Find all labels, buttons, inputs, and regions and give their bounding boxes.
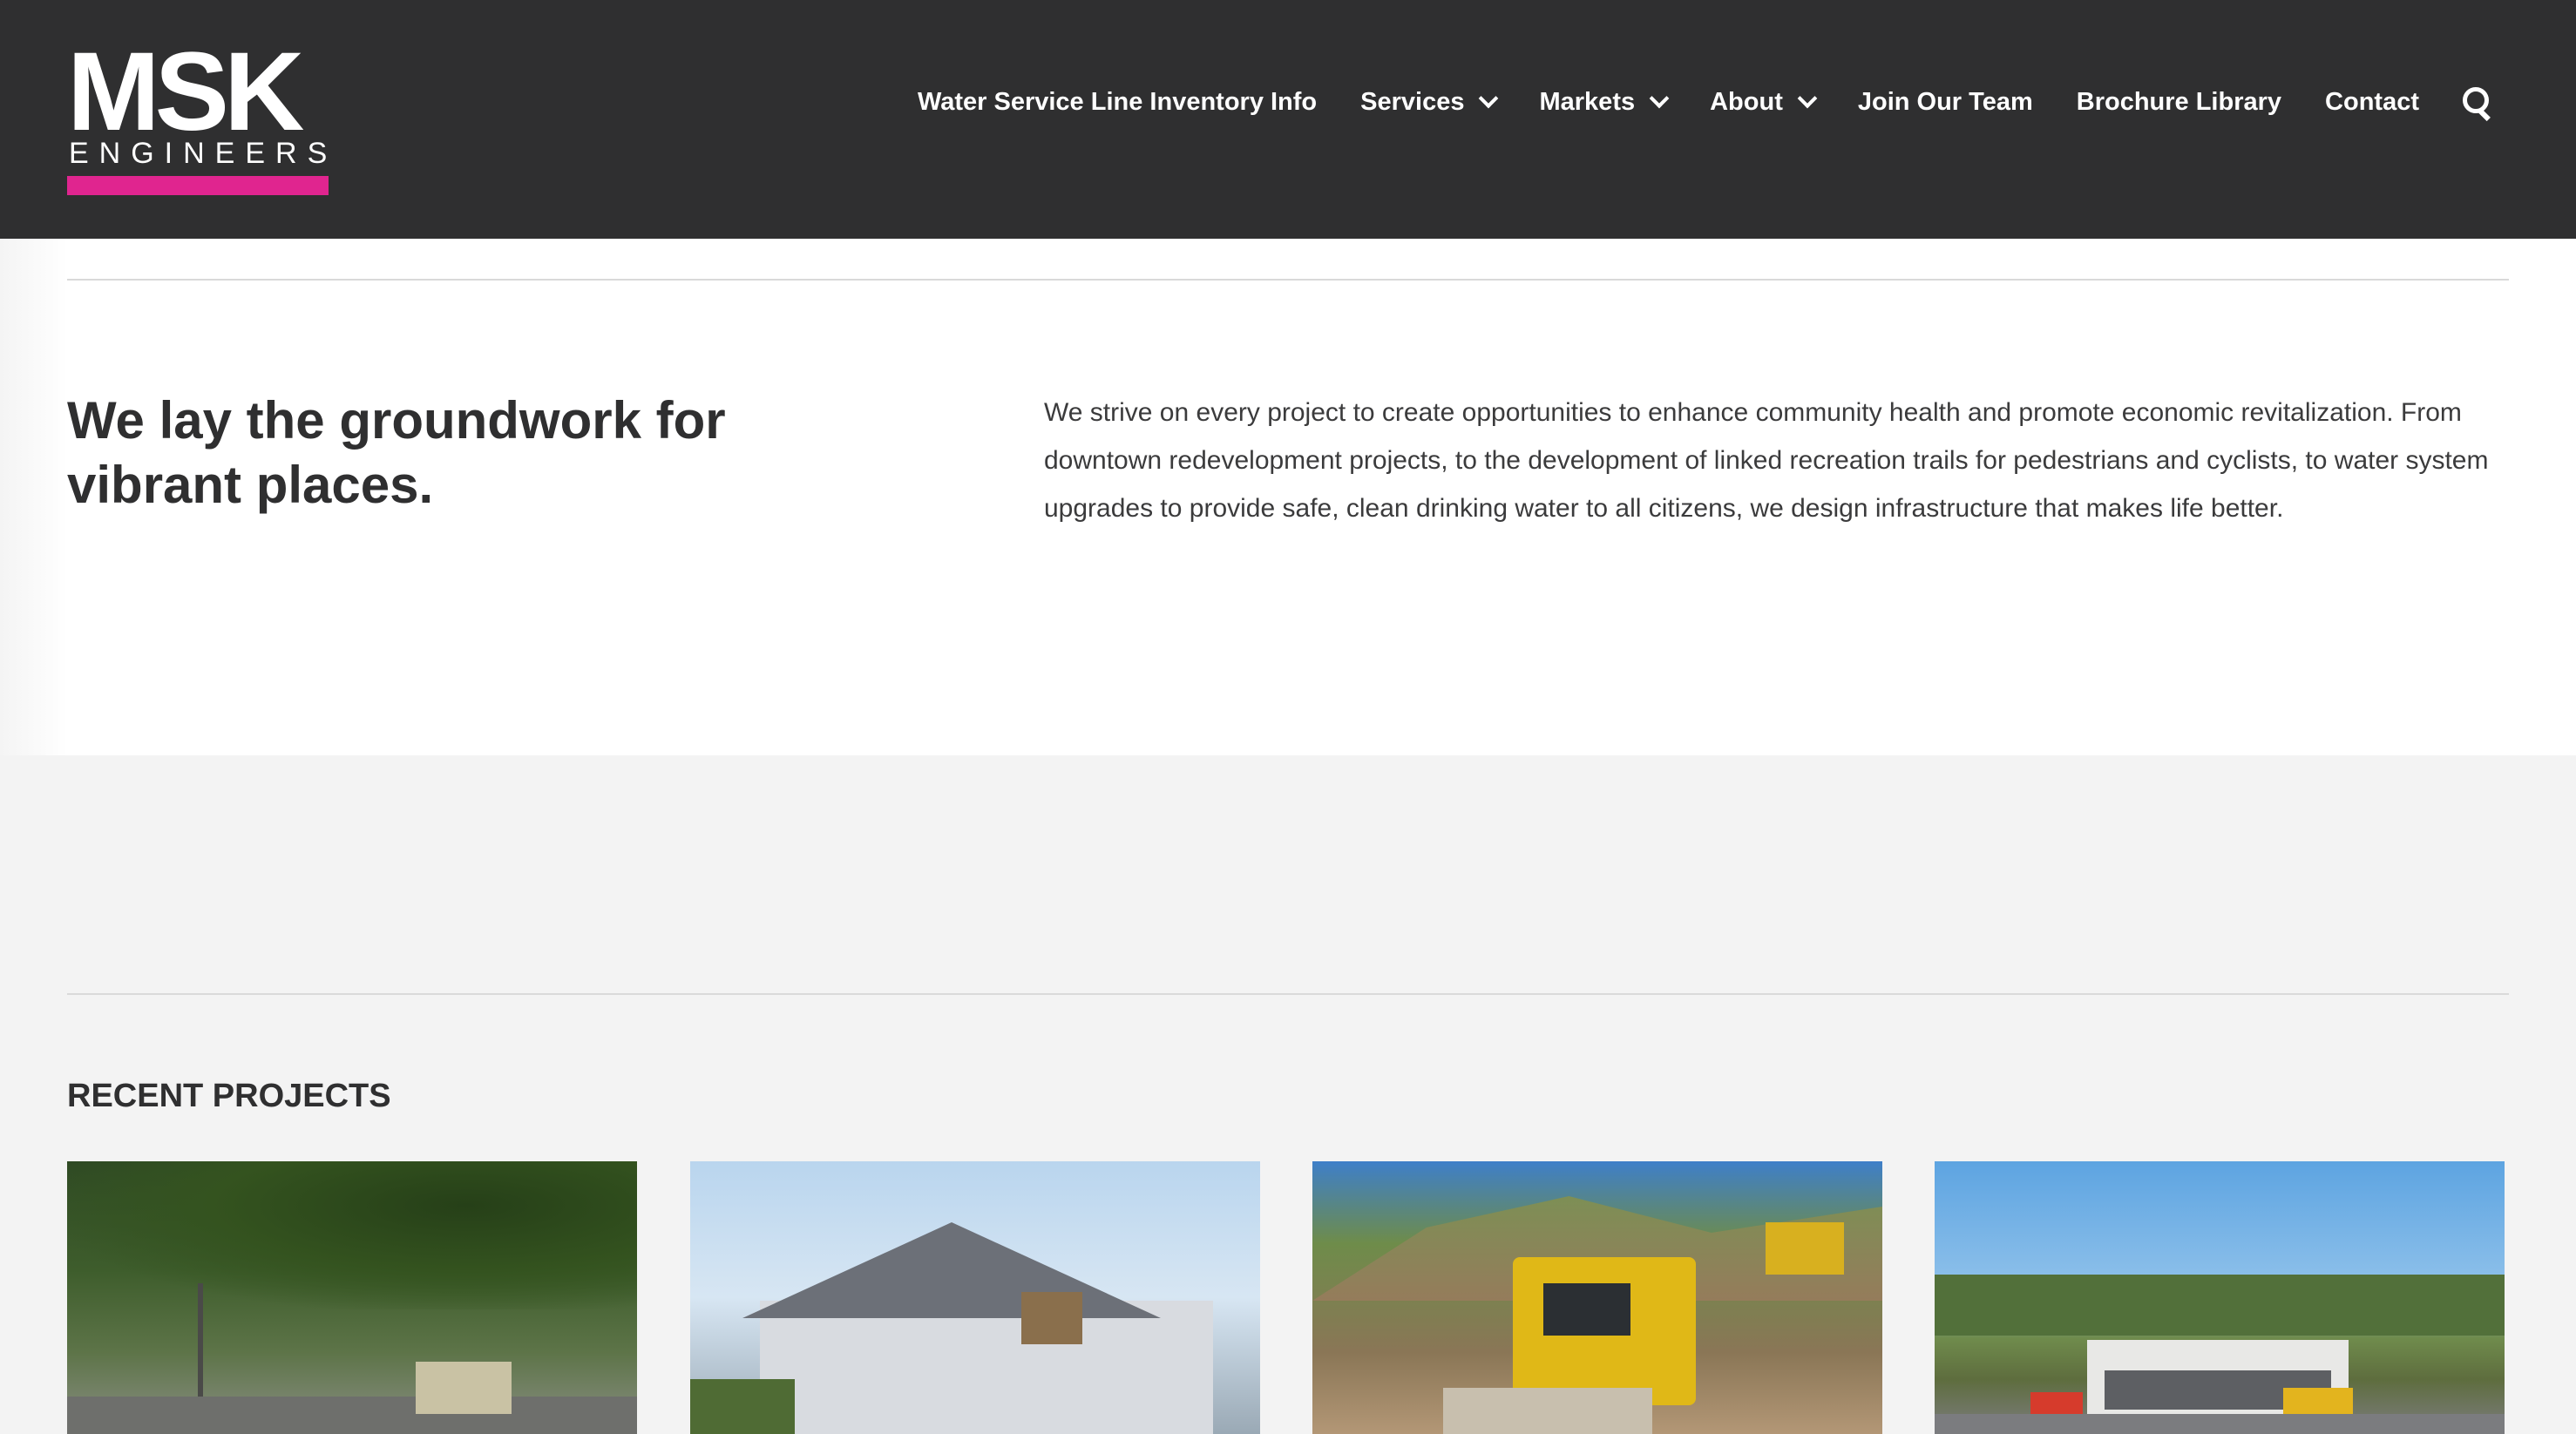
nav-label: Services	[1360, 87, 1465, 116]
truck-cab-window-image	[1543, 1283, 1630, 1336]
main-navigation: Water Service Line Inventory Info Servic…	[918, 78, 2492, 125]
project-card-warehouse[interactable]	[1935, 1161, 2505, 1434]
logo-wordmark: MSK	[67, 30, 304, 154]
bulldozer-image	[1766, 1222, 1844, 1275]
nav-join-our-team[interactable]: Join Our Team	[1858, 88, 2033, 117]
shrubs-image	[690, 1379, 795, 1434]
nav-label: Water Service Line Inventory Info	[917, 87, 1318, 116]
project-card-street[interactable]	[67, 1161, 637, 1434]
parking-lot-image	[1935, 1414, 2505, 1434]
house-wall-image	[760, 1301, 1213, 1434]
nav-brochure-library[interactable]: Brochure Library	[2077, 88, 2281, 117]
nav-services[interactable]: Services	[1360, 87, 1499, 117]
logo-subtitle: ENGINEERS	[69, 137, 338, 170]
recent-projects-section: RECENT PROJECTS	[0, 755, 2576, 1434]
tree-canopy-image	[67, 1161, 637, 1309]
roof-image	[742, 1222, 1161, 1318]
nav-label: Brochure Library	[2076, 87, 2282, 116]
chevron-down-icon	[1649, 88, 1670, 109]
search-lens	[2463, 87, 2489, 113]
search-icon[interactable]	[2463, 87, 2492, 122]
project-card-house[interactable]	[690, 1161, 1260, 1434]
intro-divider	[67, 279, 2509, 281]
nav-label: Join Our Team	[1857, 87, 2033, 116]
site-header: MSK ENGINEERS Water Service Line Invento…	[0, 0, 2576, 239]
nav-about[interactable]: About	[1710, 87, 1818, 117]
nav-markets[interactable]: Markets	[1539, 87, 1670, 117]
msk-engineers-logo[interactable]: MSK ENGINEERS	[67, 37, 329, 196]
nav-water-service-line[interactable]: Water Service Line Inventory Info	[918, 88, 1317, 117]
project-card-construction[interactable]	[1312, 1161, 1882, 1434]
balcony-image	[1021, 1292, 1082, 1344]
intro-section: We lay the groundwork for vibrant places…	[0, 239, 2576, 755]
projects-divider	[67, 993, 2509, 995]
nav-label: Contact	[2325, 87, 2419, 116]
intro-edge-shade	[0, 239, 68, 755]
intro-headline: We lay the groundwork for vibrant places…	[67, 391, 726, 514]
search-handle	[2478, 109, 2491, 122]
gravel-road-image	[1443, 1388, 1652, 1434]
nav-label: Markets	[1539, 87, 1636, 116]
treeline-image	[1935, 1275, 2505, 1336]
chevron-down-icon	[1479, 88, 1499, 109]
chevron-down-icon	[1797, 88, 1818, 109]
intro-paragraph: We strive on every project to create opp…	[1044, 398, 2489, 523]
logo-accent-bar	[67, 176, 329, 195]
house-image	[416, 1362, 512, 1414]
nav-label: About	[1710, 87, 1783, 116]
recent-projects-title: RECENT PROJECTS	[67, 1078, 391, 1114]
road-image	[67, 1397, 637, 1434]
nav-contact[interactable]: Contact	[2325, 88, 2419, 117]
